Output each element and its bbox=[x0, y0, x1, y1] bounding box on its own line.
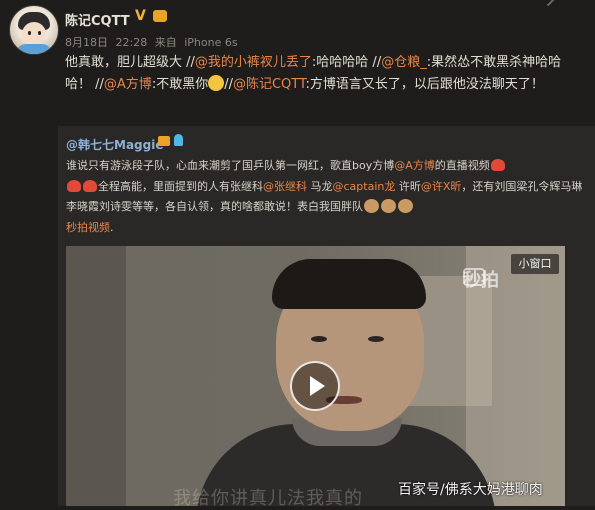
avatar[interactable] bbox=[9, 5, 59, 55]
emoji-face-icon bbox=[381, 199, 396, 213]
repost-text-segment: 全程高能，里面提到的人有张继科 bbox=[98, 179, 263, 193]
background-door bbox=[66, 246, 126, 506]
watermark: 百家号/佛系大妈港聊肉 bbox=[398, 482, 543, 498]
avatar-shirt bbox=[16, 44, 52, 54]
repost-text-segment: 许昕 bbox=[398, 179, 421, 193]
grin-emoji-icon bbox=[208, 74, 225, 91]
emoji-face-icon bbox=[364, 199, 379, 213]
heart-icon bbox=[83, 179, 97, 192]
post-text-segment: 他真敢，胆儿超级大 // bbox=[65, 55, 195, 70]
video-logo: 秒拍 bbox=[463, 270, 499, 291]
post-date[interactable]: 8月18日 bbox=[65, 36, 108, 49]
mention-link[interactable]: @A方博 bbox=[104, 77, 152, 92]
mention-link[interactable]: @我的小裤衩儿丢了 bbox=[195, 55, 312, 70]
repost-text-segment: 的直播视频 bbox=[434, 159, 490, 172]
crown-icon bbox=[158, 136, 170, 146]
post-text: 他真敢，胆儿超级大 //@我的小裤衩儿丢了:哈哈哈哈 //@仓粮_:果然怂不敢黑… bbox=[65, 52, 575, 95]
weibo-post-header: 陈记CQTT V 8月18日 22:28 来自 iPhone 6s 他真敢，胆儿… bbox=[0, 0, 595, 125]
person-eye bbox=[311, 336, 327, 342]
post-text-segment: :方博语言又长了，以后跟他没法聊天了！ bbox=[305, 76, 544, 92]
balloon-icon bbox=[174, 134, 183, 146]
video-link[interactable]: 秒拍视频 bbox=[66, 221, 110, 234]
source-prefix: 来自 bbox=[154, 36, 177, 49]
heart-icon bbox=[67, 179, 81, 192]
avatar-eye bbox=[38, 31, 41, 35]
play-icon[interactable] bbox=[290, 361, 340, 411]
post-text-segment: // bbox=[224, 76, 233, 92]
post-meta: 8月18日 22:28 来自 iPhone 6s bbox=[65, 34, 242, 50]
post-text-segment: :不敢黑你 bbox=[151, 76, 209, 92]
avatar-face bbox=[22, 22, 46, 46]
author-name[interactable]: 陈记CQTT bbox=[65, 10, 130, 29]
mini-window-button[interactable]: 小窗口 bbox=[511, 254, 559, 274]
post-time[interactable]: 22:28 bbox=[116, 36, 148, 49]
heart-icon bbox=[490, 159, 505, 171]
repost-text-segment: 马龙 bbox=[310, 179, 333, 193]
person-hair bbox=[272, 259, 426, 309]
source-device[interactable]: iPhone 6s bbox=[184, 36, 237, 49]
mention-link[interactable]: @A方博 bbox=[394, 159, 435, 172]
video-subtitle: 我给你讲真儿法我真的 bbox=[173, 488, 363, 509]
crown-icon bbox=[153, 10, 167, 22]
repost-text-segment: 谁说只有游泳段子队，心血来潮剪了国乒队第一网红，歌直boy方博 bbox=[66, 159, 395, 172]
chevron-down-icon[interactable] bbox=[546, 0, 566, 17]
repost-author[interactable]: @韩七七Maggie bbox=[66, 136, 163, 153]
mention-link[interactable]: @许X昕 bbox=[421, 180, 462, 193]
mention-link[interactable]: @captain龙 bbox=[333, 180, 396, 193]
repost-text: 谁说只有游泳段子队，心血来潮剪了国乒队第一网红，歌直boy方博@A方博的直播视频… bbox=[66, 159, 583, 234]
post-text-segment: :哈哈哈哈 // bbox=[311, 55, 382, 70]
emoji-face-icon bbox=[398, 199, 413, 213]
person-eye bbox=[368, 336, 384, 342]
mention-link[interactable]: @陈记CQTT bbox=[233, 77, 306, 92]
verified-badge: V bbox=[135, 8, 146, 24]
avatar-eye bbox=[28, 31, 31, 35]
mention-link[interactable]: @仓粮_ bbox=[381, 55, 427, 70]
mention-link[interactable]: @张继科 bbox=[263, 180, 307, 193]
